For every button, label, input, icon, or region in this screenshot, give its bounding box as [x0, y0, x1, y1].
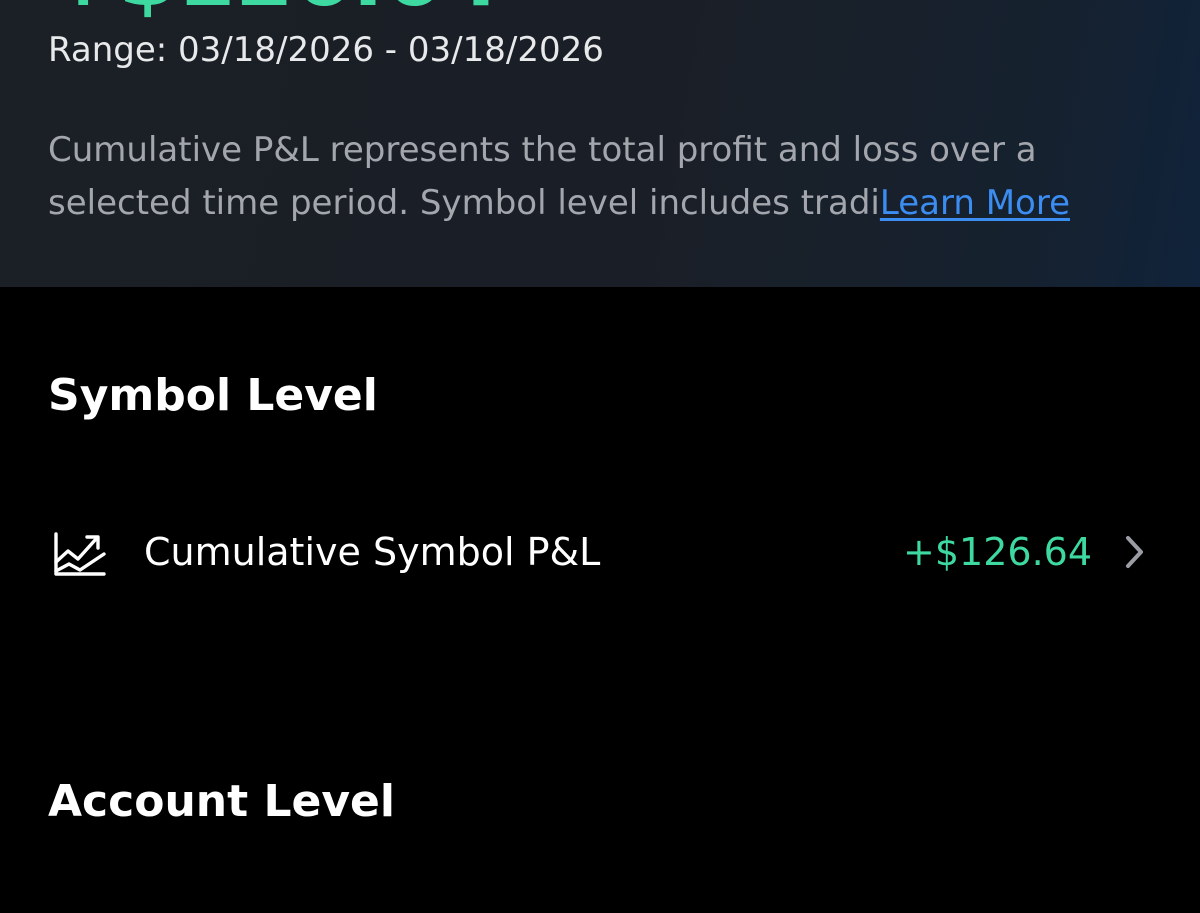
pnl-screen: +$126.64 Range: 03/18/2026 - 03/18/2026 …	[0, 0, 1200, 913]
range-label: Range:	[48, 30, 168, 70]
pnl-description: Cumulative P&L represents the total prof…	[48, 124, 1158, 230]
date-range: Range: 03/18/2026 - 03/18/2026	[48, 28, 604, 72]
symbol-level-title: Symbol Level	[48, 370, 378, 421]
learn-more-link[interactable]: Learn More	[880, 183, 1070, 223]
chart-trend-icon	[52, 524, 108, 580]
row-value: +$126.64	[903, 530, 1092, 574]
chevron-right-icon	[1120, 534, 1148, 570]
total-pnl-value: +$126.64	[48, 0, 501, 18]
range-value: 03/18/2026 - 03/18/2026	[178, 30, 604, 70]
row-label: Cumulative Symbol P&L	[144, 530, 601, 574]
account-level-title: Account Level	[48, 776, 395, 827]
pnl-summary-panel: +$126.64 Range: 03/18/2026 - 03/18/2026 …	[0, 0, 1200, 287]
cumulative-symbol-pnl-row[interactable]: Cumulative Symbol P&L +$126.64	[48, 516, 1148, 588]
